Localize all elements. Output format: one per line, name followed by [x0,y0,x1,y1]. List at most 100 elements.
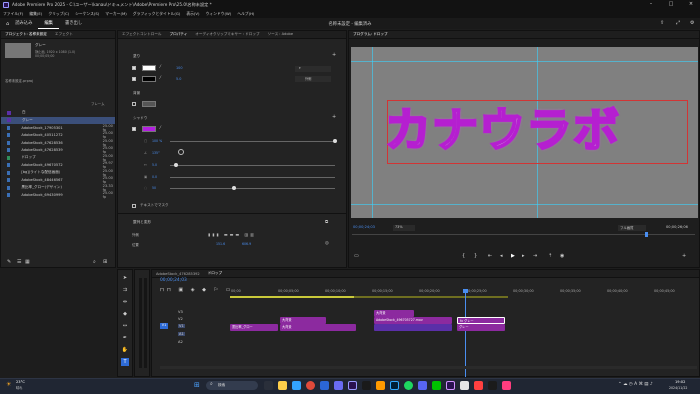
tab-project[interactable]: プロジェクト: 名称未設定 [5,32,47,37]
lift-icon[interactable]: ⇡ [548,253,552,259]
align-buttons[interactable]: ▮▮▮ ▬▬▬ ▥▥ [208,232,256,237]
shadow-opacity-value[interactable]: 100 % [152,139,162,143]
spotify-icon[interactable] [404,381,413,390]
project-item[interactable]: AdobeStock_476285361 25.00 fp [1,139,115,147]
timeline-clip[interactable]: 大背景 [374,310,414,317]
close-icon[interactable]: × [684,1,698,7]
add-shadow-icon[interactable]: + [332,114,336,120]
work-area-bar-2[interactable] [354,296,508,298]
background-color-swatch[interactable] [142,101,156,107]
new-item-icon[interactable]: ⊞ [103,259,107,265]
menu-clip[interactable]: クリップ(C) [48,11,69,17]
tab-sequence-stock[interactable]: AdobeStock_476285392 [156,272,200,276]
tab-export[interactable]: 書き出し [59,18,88,29]
maximize-icon[interactable]: □ [664,1,678,7]
timeline-clip-selected[interactable]: fx グレー [457,317,505,324]
discord-icon[interactable] [418,381,427,390]
work-area-bar[interactable] [230,296,354,298]
angle-dial[interactable] [178,149,184,155]
app-icon[interactable] [488,381,497,390]
project-item[interactable]: AdobeStock_405112725 25.00 fp [1,131,115,139]
playhead-bar[interactable] [352,234,695,235]
project-item[interactable]: 白 [1,109,115,117]
app-icon[interactable] [474,381,483,390]
opacity-slider-handle[interactable] [333,139,337,143]
ripple-edit-icon[interactable]: ⇹ [121,298,129,306]
teams-icon[interactable] [334,381,343,390]
project-item[interactable]: [bg](ライトな配信画面) 25.00 fp [1,169,115,177]
distance-slider[interactable] [170,165,335,166]
stroke-width-value[interactable]: 5.0 [176,77,181,81]
project-item[interactable]: AdobeStock_694309993 25.00 fp [1,191,115,199]
menu-sequence[interactable]: シーケンス(S) [75,11,99,17]
tab-import[interactable]: 読み込み [9,18,38,29]
align-options-icon[interactable]: ⧉ [325,219,328,225]
shadow-distance-value[interactable]: 5.0 [152,163,157,167]
hand-icon[interactable]: ✋ [121,346,129,354]
tab-edit[interactable]: 編集 [38,18,59,29]
timeline-tool-icons[interactable]: ⊓⊓ ▣ ◈ ◆ ⚐ ▭ [160,287,233,293]
fill-color-swatch[interactable] [142,65,156,71]
reset-icon[interactable]: ◎ [325,241,329,246]
premiere-taskbar-icon[interactable] [348,381,357,390]
line-icon[interactable] [432,381,441,390]
project-item[interactable]: AdobeStock_179053015 25.00 fp [1,124,115,132]
project-item[interactable]: 黒比率_グロー(デザイン) 23.33 fp [1,184,115,192]
timeline-timecode[interactable]: 00;00;24;03 [160,278,187,283]
mark-in-icon[interactable]: { [462,253,465,259]
photoshop-icon[interactable] [390,381,399,390]
tab-properties[interactable]: プロパティ [170,32,188,37]
text-mask-checkbox[interactable] [132,204,136,208]
selection-tool-icon[interactable]: ➤ [121,274,129,282]
blur-slider-handle[interactable] [232,186,236,190]
timeline-clip[interactable] [374,324,452,331]
go-to-in-icon[interactable]: ⇤ [488,253,492,259]
quality-dropdown[interactable]: フル画質 [618,225,646,231]
eyedropper-icon[interactable]: ⁄ [160,64,161,69]
menu-graphics[interactable]: グラフィックとタイトル(G) [133,11,181,17]
pencil-icon[interactable]: ✎ [7,259,11,265]
title-text[interactable]: カナウラボ [384,94,620,160]
zoom-dropdown[interactable]: 73% [393,225,415,231]
store-icon[interactable] [320,381,329,390]
timeline-clip[interactable]: 大背景 [280,324,356,331]
timeline-clip[interactable]: 大背景 [280,317,326,324]
menu-view[interactable]: 表示(V) [186,11,199,17]
shadow-color-swatch[interactable] [142,126,156,132]
button-editor-icon[interactable]: + [682,253,686,259]
fullscreen-icon[interactable]: ⤢ [676,20,680,26]
stroke-checkbox[interactable] [132,77,136,81]
project-item[interactable]: グレー [1,116,115,124]
menu-help[interactable]: ヘルプ(H) [237,11,254,17]
position-y[interactable]: 606.9 [242,242,251,246]
playhead-marker[interactable] [645,232,648,237]
weather-temp[interactable]: 23°C [16,380,25,384]
shadow-blur-value[interactable]: 50 [152,186,156,190]
shadow-angle-value[interactable]: 135° [152,151,160,155]
opacity-slider[interactable] [170,141,335,142]
menu-file[interactable]: ファイル(F) [3,11,23,17]
fill-checkbox[interactable] [132,66,136,70]
track-label-a1[interactable]: A1 [178,332,185,336]
menu-edit[interactable]: 編集(E) [29,11,42,17]
slip-icon[interactable]: ↔ [121,322,129,330]
position-x[interactable]: 151.6 [216,242,225,246]
track-select-icon[interactable]: ⇉ [121,286,129,294]
step-back-icon[interactable]: ◂ [500,253,503,259]
pen-icon[interactable]: ✒ [121,334,129,342]
shadow-size-value[interactable]: 0.0 [152,175,157,179]
search-icon[interactable]: ⌕ [93,259,96,265]
timeline-playhead[interactable] [465,291,466,377]
blur-slider[interactable] [170,188,335,189]
clock-time[interactable]: 19:02 [675,380,685,384]
shadow-checkbox[interactable] [132,127,136,131]
share-icon[interactable]: ⇪ [660,20,664,26]
timeline-clip[interactable]: グレー [457,324,505,331]
menu-marker[interactable]: マーカー(M) [105,11,126,17]
add-appearance-icon[interactable]: + [332,52,336,58]
fill-value[interactable]: 100 [176,66,182,70]
razor-icon[interactable]: ◆ [121,310,129,318]
illustrator-icon[interactable] [376,381,385,390]
marker-icon[interactable]: ▭ [354,253,359,259]
project-item[interactable]: ドロップ 25.00 fp [1,154,115,162]
